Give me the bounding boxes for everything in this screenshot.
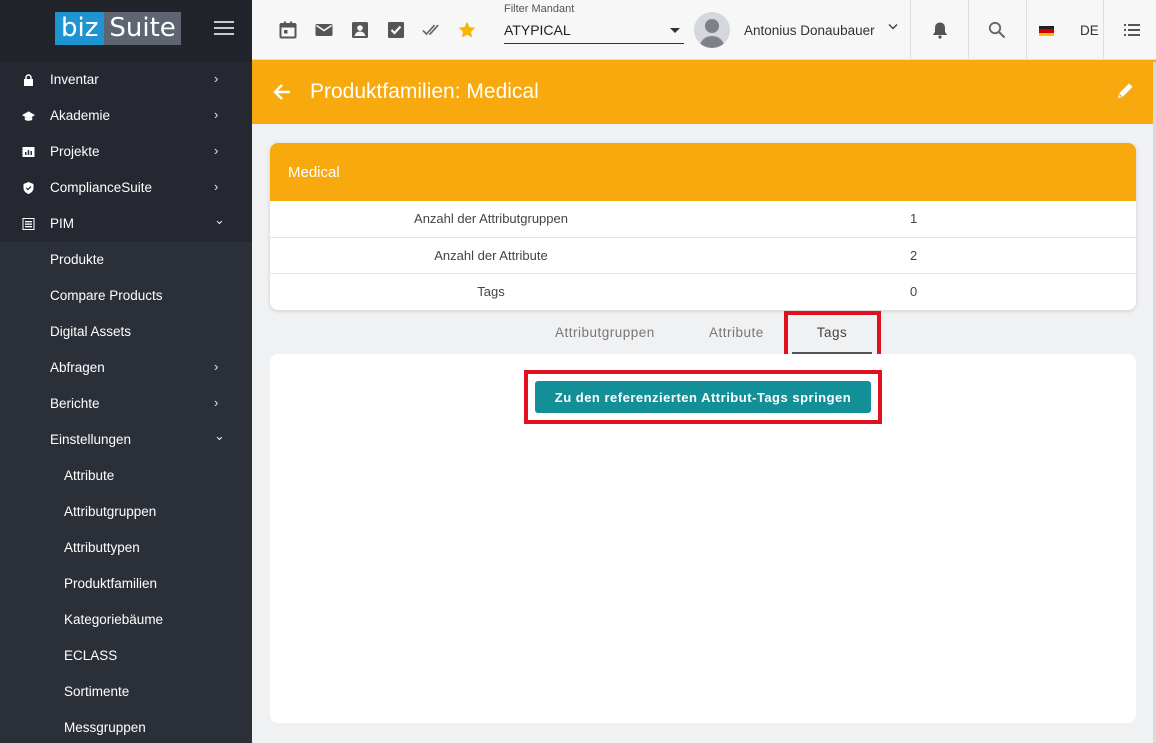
sidebar-item-label: Inventar — [50, 72, 99, 87]
divider — [1026, 0, 1027, 60]
sidebar-item-projekte[interactable]: Projekte › — [0, 134, 252, 170]
divider — [1103, 0, 1104, 60]
sidebar-item-label: Kategoriebäume — [64, 612, 164, 627]
list-box-icon — [22, 218, 35, 230]
page-header: Produktfamilien: Medical — [252, 60, 1156, 124]
chevron-right-icon: › — [214, 71, 219, 86]
sidebar-item-inventar[interactable]: Inventar › — [0, 62, 252, 98]
sidebar-item-label: Attributgruppen — [64, 504, 157, 519]
chevron-down-icon: ⌄ — [214, 212, 225, 227]
sidebar-item-label: Sortimente — [64, 684, 130, 699]
sidebar-item-label: Produkte — [50, 252, 105, 267]
sidebar-item-berichte[interactable]: Berichte › — [0, 386, 252, 422]
user-silhouette-icon — [699, 19, 725, 48]
row-value: 0 — [910, 284, 918, 300]
sidebar-item-label: Projekte — [50, 144, 100, 159]
sidebar-item-akademie[interactable]: Akademie › — [0, 98, 252, 134]
sidebar-item-attribute[interactable]: Attribute — [0, 458, 252, 494]
chevron-right-icon: › — [214, 179, 219, 194]
checkbox-icon[interactable] — [387, 21, 405, 39]
logo-part-suite: Suite — [104, 12, 181, 45]
table-row: Anzahl der Attribute 2 — [270, 238, 1136, 275]
lock-icon — [24, 74, 33, 86]
mail-icon[interactable] — [315, 21, 333, 39]
sidebar-item-kategoriebaeume[interactable]: Kategoriebäume — [0, 602, 252, 638]
row-value: 1 — [910, 211, 918, 226]
search-icon[interactable] — [988, 21, 1006, 39]
chart-icon — [22, 147, 35, 157]
back-arrow-icon[interactable] — [271, 81, 293, 103]
row-key: Anzahl der Attributgruppen — [414, 211, 568, 226]
sidebar-item-label: ECLASS — [64, 648, 118, 663]
graduation-cap-icon — [22, 111, 35, 121]
sidebar-item-compare-products[interactable]: Compare Products — [0, 278, 252, 314]
sidebar-item-attributgruppen[interactable]: Attributgruppen — [0, 494, 252, 530]
chevron-down-icon: ⌄ — [214, 428, 225, 443]
filter-mandant-value: ATYPICAL — [504, 22, 571, 38]
sidebar-item-label: Akademie — [50, 108, 111, 123]
sidebar-item-abfragen[interactable]: Abfragen › — [0, 350, 252, 386]
row-key: Anzahl der Attribute — [434, 247, 548, 263]
sidebar-item-label: Berichte — [50, 396, 100, 411]
contact-card-icon[interactable] — [351, 21, 369, 39]
brand-area: biz Suite — [0, 0, 252, 62]
chevron-right-icon: › — [214, 143, 219, 158]
logo-part-biz: biz — [55, 12, 105, 45]
sidebar-item-label: ComplianceSuite — [50, 180, 153, 195]
sidebar-item-eclass[interactable]: ECLASS — [0, 638, 252, 674]
pencil-icon[interactable] — [1115, 81, 1135, 101]
chevron-right-icon: › — [214, 359, 219, 374]
divider — [910, 0, 911, 60]
sidebar-item-einstellungen[interactable]: Einstellungen ⌄ — [0, 422, 252, 458]
sidebar-item-label: Messgruppen — [64, 720, 146, 735]
sidebar-item-label: PIM — [50, 216, 75, 231]
avatar[interactable] — [694, 12, 730, 48]
sidebar-item-label: Abfragen — [50, 360, 105, 375]
page-title: Produktfamilien: Medical — [310, 80, 539, 103]
sidebar-item-compliancesuite[interactable]: ComplianceSuite › — [0, 170, 252, 206]
caret-down-icon — [670, 28, 680, 33]
bizsuite-logo[interactable]: biz Suite — [55, 12, 181, 45]
sidebar-item-label: Einstellungen — [50, 432, 132, 447]
list-menu-icon[interactable] — [1123, 21, 1141, 39]
sidebar-item-produktfamilien[interactable]: Produktfamilien — [0, 566, 252, 602]
sidebar-item-label: Produktfamilien — [64, 576, 158, 591]
table-row: Tags 0 — [270, 274, 1136, 310]
tab-attributgruppen[interactable]: Attributgruppen — [555, 325, 655, 355]
bell-icon[interactable] — [931, 21, 949, 39]
star-icon[interactable] — [458, 21, 476, 39]
product-family-card: Medical Anzahl der Attributgruppen 1 Anz… — [270, 143, 1136, 310]
filter-mandant-label: Filter Mandant — [504, 3, 575, 15]
sidebar-item-label: Digital Assets — [50, 324, 132, 339]
sidebar-item-sortimente[interactable]: Sortimente — [0, 674, 252, 710]
filter-mandant-select[interactable]: ATYPICAL — [504, 20, 684, 44]
german-flag-icon — [1039, 26, 1054, 36]
sidebar-item-pim[interactable]: PIM ⌄ — [0, 206, 252, 242]
row-key: Tags — [477, 284, 505, 300]
divider — [968, 0, 969, 60]
sidebar-item-attributtypen[interactable]: Attributtypen — [0, 530, 252, 566]
card-title: Medical — [270, 143, 1136, 201]
highlight-box-jump-button — [524, 370, 882, 424]
chevron-right-icon: › — [214, 107, 219, 122]
sidebar-item-label: Compare Products — [50, 288, 163, 303]
hamburger-menu-icon[interactable] — [214, 21, 234, 37]
table-row: Anzahl der Attributgruppen 1 — [270, 201, 1136, 238]
sidebar-item-label: Attributtypen — [64, 540, 140, 555]
tab-attribute[interactable]: Attribute — [709, 325, 764, 355]
calendar-icon[interactable] — [279, 21, 297, 39]
row-value: 2 — [910, 247, 918, 263]
chevron-down-icon[interactable] — [888, 23, 898, 31]
sidebar-item-digital-assets[interactable]: Digital Assets — [0, 314, 252, 350]
top-bar: Filter Mandant ATYPICAL Antonius Donauba… — [252, 0, 1156, 60]
chevron-right-icon: › — [214, 395, 219, 410]
sidebar-item-messgruppen[interactable]: Messgruppen — [0, 710, 252, 743]
language-selector[interactable]: DE — [1080, 23, 1099, 38]
sidebar-item-produkte[interactable]: Produkte — [0, 242, 252, 278]
shield-icon — [23, 182, 34, 194]
username[interactable]: Antonius Donaubauer — [744, 23, 875, 38]
sidebar-item-label: Attribute — [64, 468, 115, 483]
sidebar: biz Suite Inventar › Akademie › Projekte… — [0, 0, 252, 743]
double-check-icon[interactable] — [422, 21, 440, 39]
